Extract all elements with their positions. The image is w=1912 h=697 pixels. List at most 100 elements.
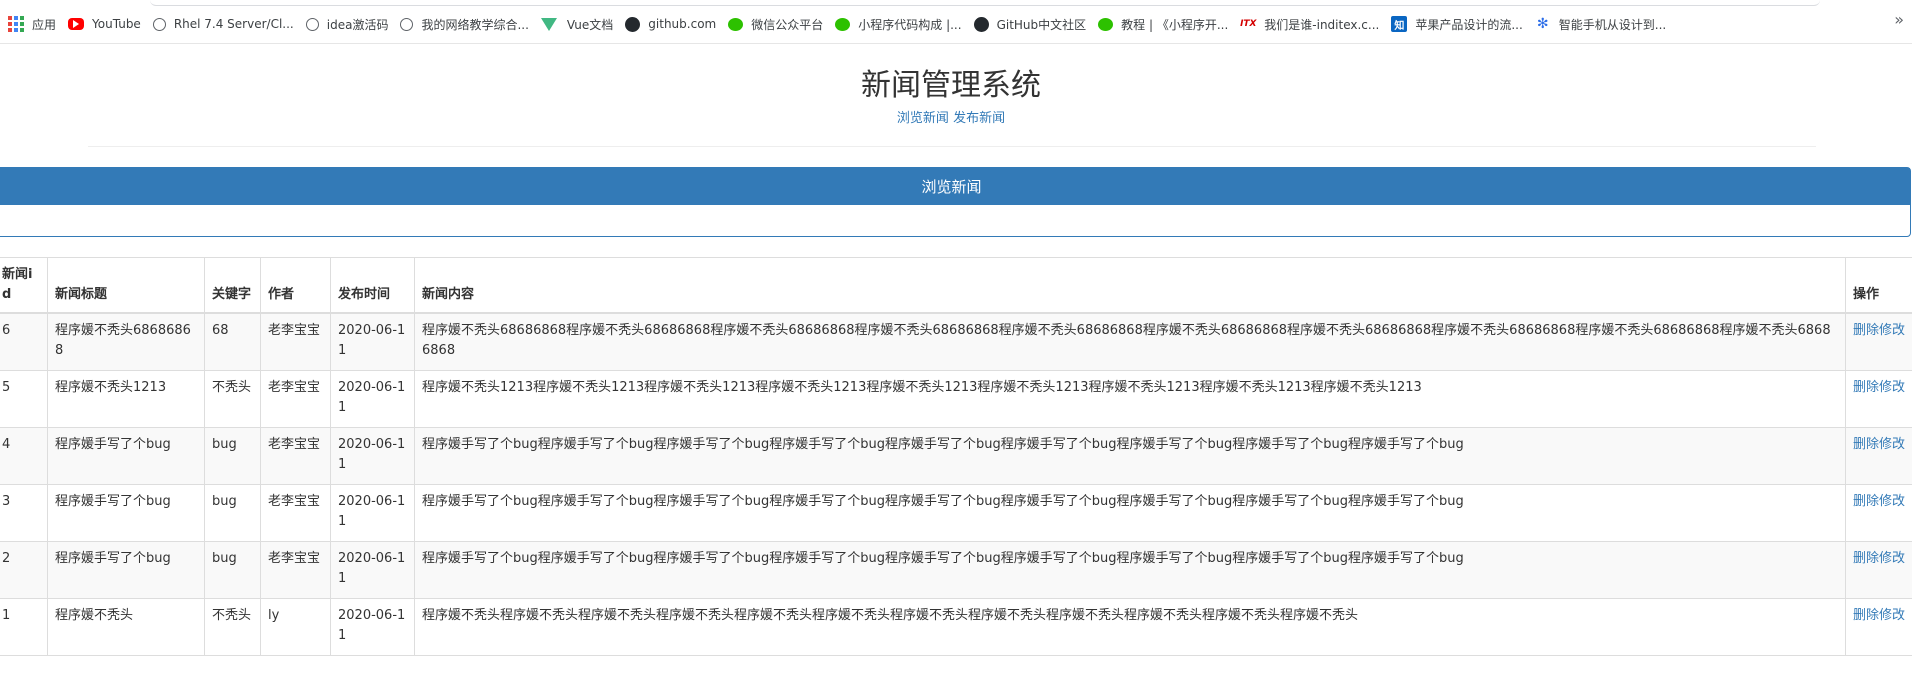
bookmark-item[interactable]: 知苹果产品设计的流... xyxy=(1387,14,1530,34)
cell-content: 程序媛手写了个bug程序媛手写了个bug程序媛手写了个bug程序媛手写了个bug… xyxy=(414,426,1846,485)
cell-content: 程序媛手写了个bug程序媛手写了个bug程序媛手写了个bug程序媛手写了个bug… xyxy=(414,483,1846,542)
cell-id: 6 xyxy=(0,312,48,371)
bookmark-label: idea激活码 xyxy=(326,17,389,32)
cell-content: 程序媛不秃头68686868程序媛不秃头68686868程序媛不秃头686868… xyxy=(414,312,1846,371)
edit-link[interactable]: 修改 xyxy=(1879,323,1905,338)
edit-link[interactable]: 修改 xyxy=(1879,437,1905,452)
cell-keyword: bug xyxy=(204,426,261,485)
baidu-paw-icon: ✻ xyxy=(1536,16,1549,32)
table-row: 6 程序媛不秃头68686868 68 老李宝宝 2020-06-11 程序媛不秃头686… xyxy=(0,312,1912,371)
github-icon xyxy=(973,16,989,32)
cell-title: 程序媛不秃头1213 xyxy=(47,369,205,428)
bookmark-label: YouTube xyxy=(92,17,141,31)
cell-actions: 删除修改 xyxy=(1845,312,1912,371)
bookmark-item[interactable]: ✻ 智能手机从设计到... xyxy=(1531,14,1674,34)
cell-keyword: 不秃头 xyxy=(204,597,261,656)
col-header-date: 发布时间 xyxy=(330,257,415,314)
bookmark-item[interactable]: 微信公众平台 xyxy=(724,14,831,34)
delete-link[interactable]: 删除 xyxy=(1853,494,1879,509)
vue-icon xyxy=(540,17,557,31)
col-header-author: 作者 xyxy=(260,257,331,314)
cell-content: 程序媛不秃头程序媛不秃头程序媛不秃头程序媛不秃头程序媛不秃头程序媛不秃头程序媛不… xyxy=(414,597,1846,656)
cell-keyword: bug xyxy=(204,540,261,599)
delete-link[interactable]: 删除 xyxy=(1853,608,1879,623)
cell-author: 老李宝宝 xyxy=(260,312,331,371)
table-body: 6 程序媛不秃头68686868 68 老李宝宝 2020-06-11 程序媛不秃头686… xyxy=(0,312,1912,656)
cell-title: 程序媛手写了个bug xyxy=(47,483,205,542)
cell-actions: 删除修改 xyxy=(1845,483,1912,542)
bookmark-item[interactable]: 应用 xyxy=(4,14,64,34)
cell-keyword: 不秃头 xyxy=(204,369,261,428)
browse-news-panel: 浏览新闻 xyxy=(0,167,1911,237)
panel-heading: 浏览新闻 xyxy=(0,168,1910,205)
bookmark-label: 我的网络教学综合... xyxy=(421,17,529,32)
cell-date: 2020-06-11 xyxy=(330,312,415,371)
news-table: 新闻id 新闻标题 关键字 作者 发布时间 新闻内容 操作 6 程序媛不秃头686… xyxy=(0,257,1912,656)
bookmark-item[interactable]: Rhel 7.4 Server/Cl... xyxy=(149,14,302,34)
edit-link[interactable]: 修改 xyxy=(1879,494,1905,509)
bookmark-label: github.com xyxy=(648,17,717,31)
apps-icon xyxy=(8,16,24,32)
table-row: 4 程序媛手写了个bug bug 老李宝宝 2020-06-11 程序媛手写了个bug程序… xyxy=(0,426,1912,485)
omnibox-edge xyxy=(150,0,1820,6)
table-row: 3 程序媛手写了个bug bug 老李宝宝 2020-06-11 程序媛手写了个bug程序… xyxy=(0,483,1912,542)
edit-link[interactable]: 修改 xyxy=(1879,551,1905,566)
bookmarks-bar: 应用 YouTube Rhel 7.4 Server/Cl... idea激活码 我的网… xyxy=(0,0,1912,44)
bookmark-label: Vue文档 xyxy=(566,17,614,32)
cell-id: 2 xyxy=(0,540,48,599)
bookmark-label: 苹果产品设计的流... xyxy=(1415,17,1523,32)
table-header-row: 新闻id 新闻标题 关键字 作者 发布时间 新闻内容 操作 xyxy=(0,257,1912,314)
bookmark-item[interactable]: ITX 我们是谁-inditex.c... xyxy=(1236,14,1387,34)
nav-browse-news-link[interactable]: 浏览新闻 xyxy=(897,111,949,126)
itx-icon: ITX xyxy=(1240,19,1257,29)
edit-link[interactable]: 修改 xyxy=(1879,608,1905,623)
table-row: 5 程序媛不秃头1213 不秃头 老李宝宝 2020-06-11 程序媛不秃头1213程序… xyxy=(0,369,1912,428)
bookmark-item[interactable]: GitHub中文社区 xyxy=(970,14,1095,34)
cell-content: 程序媛手写了个bug程序媛手写了个bug程序媛手写了个bug程序媛手写了个bug… xyxy=(414,540,1846,599)
cell-actions: 删除修改 xyxy=(1845,597,1912,656)
bookmark-item[interactable]: github.com xyxy=(621,14,724,34)
cell-id: 5 xyxy=(0,369,48,428)
edit-link[interactable]: 修改 xyxy=(1879,380,1905,395)
zhihu-icon: 知 xyxy=(1391,16,1408,32)
delete-link[interactable]: 删除 xyxy=(1853,323,1879,338)
bookmark-label: 教程 | 《小程序开... xyxy=(1121,17,1229,32)
wechat-icon xyxy=(728,17,744,31)
cell-actions: 删除修改 xyxy=(1845,369,1912,428)
bookmark-item[interactable]: 教程 | 《小程序开... xyxy=(1094,14,1236,34)
cell-id: 4 xyxy=(0,426,48,485)
bookmark-item[interactable]: 小程序代码构成 |... xyxy=(831,14,969,34)
cell-date: 2020-06-11 xyxy=(330,483,415,542)
bookmarks-overflow-icon[interactable]: » xyxy=(1894,10,1904,29)
bookmark-label: GitHub中文社区 xyxy=(996,17,1087,32)
delete-link[interactable]: 删除 xyxy=(1853,380,1879,395)
delete-link[interactable]: 删除 xyxy=(1853,551,1879,566)
nav-publish-news-link[interactable]: 发布新闻 xyxy=(953,111,1005,126)
page-title: 新闻管理系统 xyxy=(861,68,1041,103)
bookmark-item[interactable]: YouTube xyxy=(64,14,149,34)
header-divider xyxy=(88,146,1816,147)
bookmark-label: 微信公众平台 xyxy=(751,17,824,32)
wechat-icon xyxy=(835,17,851,31)
cell-keyword: bug xyxy=(204,483,261,542)
wechat-icon xyxy=(1098,17,1114,31)
bookmark-list: 应用 YouTube Rhel 7.4 Server/Cl... idea激活码 我的网… xyxy=(4,14,1674,34)
cell-id: 3 xyxy=(0,483,48,542)
cell-date: 2020-06-11 xyxy=(330,369,415,428)
globe-icon xyxy=(152,17,166,31)
bookmark-item[interactable]: Vue文档 xyxy=(537,14,621,34)
bookmark-label: 智能手机从设计到... xyxy=(1558,17,1667,32)
cell-date: 2020-06-11 xyxy=(330,426,415,485)
top-nav: 浏览新闻 发布新闻 xyxy=(0,107,1902,126)
cell-date: 2020-06-11 xyxy=(330,540,415,599)
cell-date: 2020-06-11 xyxy=(330,597,415,656)
bookmark-label: 我们是谁-inditex.c... xyxy=(1264,17,1380,32)
cell-author: 老李宝宝 xyxy=(260,483,331,542)
col-header-actions: 操作 xyxy=(1845,257,1912,314)
bookmark-item[interactable]: idea激活码 xyxy=(302,14,397,34)
col-header-id: 新闻id xyxy=(0,257,48,314)
cell-content: 程序媛不秃头1213程序媛不秃头1213程序媛不秃头1213程序媛不秃头1213… xyxy=(414,369,1846,428)
delete-link[interactable]: 删除 xyxy=(1853,437,1879,452)
bookmark-item[interactable]: 我的网络教学综合... xyxy=(396,14,536,34)
col-header-title: 新闻标题 xyxy=(47,257,205,314)
